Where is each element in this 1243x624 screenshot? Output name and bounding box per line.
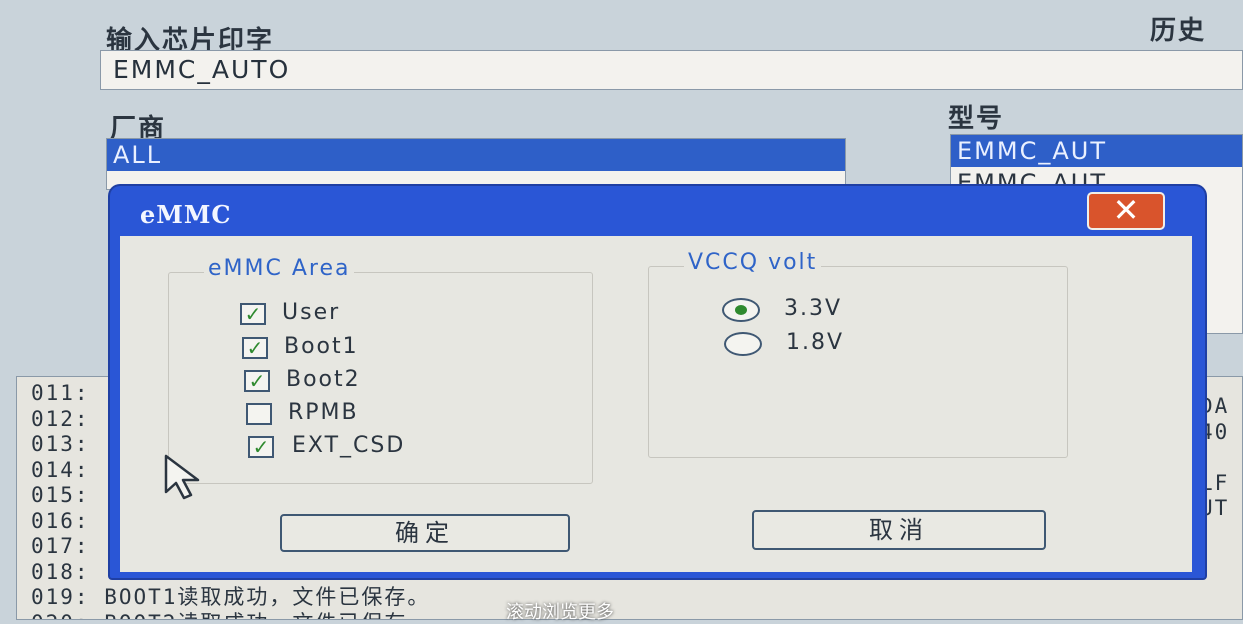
scroll-hint: 滚动浏览更多 [506, 602, 614, 623]
checkbox-ext-csd[interactable]: ✓ EXT_CSD [248, 433, 508, 461]
rpmb-checkbox-box[interactable] [246, 403, 272, 425]
dialog-titlebar[interactable]: eMMC ✕ [110, 186, 1205, 238]
checkbox-boot1[interactable]: ✓ Boot1 [242, 334, 442, 362]
dialog-client: eMMC Area ✓ User ✓ Boot1 ✓ Boot2 RPMB ✓ … [120, 236, 1192, 572]
log-line-boot2: 020: BOOT2读取成功，文件已保存。 [31, 611, 1242, 620]
radio-3v3[interactable]: 3.3V [722, 296, 922, 324]
emmc-area-title: eMMC Area [204, 256, 355, 281]
radio-1v8[interactable]: 1.8V [724, 330, 924, 358]
checkbox-boot2[interactable]: ✓ Boot2 [244, 367, 444, 395]
radio-3v3-circle[interactable] [722, 298, 760, 322]
boot2-checkbox-label: Boot2 [286, 367, 361, 392]
radio-3v3-label: 3.3V [784, 296, 843, 321]
rpmb-checkbox-label: RPMB [288, 400, 359, 425]
user-checkbox-label: User [282, 300, 341, 325]
boot1-checkbox-label: Boot1 [284, 334, 359, 359]
user-checkbox-box[interactable]: ✓ [240, 303, 266, 325]
ext-csd-checkbox-label: EXT_CSD [292, 433, 406, 458]
boot1-checkbox-box[interactable]: ✓ [242, 337, 268, 359]
vccq-volt-group [648, 266, 1068, 458]
dialog-title: eMMC [140, 200, 232, 229]
checkbox-rpmb[interactable]: RPMB [246, 400, 446, 428]
log-line-boot1: 019: BOOT1读取成功，文件已保存。 [31, 585, 431, 609]
ok-button[interactable]: 确定 [280, 514, 570, 552]
history-label: 历史 [1150, 16, 1207, 46]
radio-1v8-circle[interactable] [724, 332, 762, 356]
cancel-button[interactable]: 取消 [752, 510, 1046, 550]
emmc-dialog: eMMC ✕ eMMC Area ✓ User ✓ Boot1 ✓ Boot2 … [110, 186, 1205, 578]
close-button[interactable]: ✕ [1087, 192, 1165, 230]
radio-1v8-label: 1.8V [786, 330, 845, 355]
radio-selected-dot [735, 305, 747, 315]
chip-input[interactable]: EMMC_AUTO [100, 50, 1243, 90]
model-label: 型号 [948, 104, 1005, 134]
ext-csd-checkbox-box[interactable]: ✓ [248, 436, 274, 458]
model-item-selected[interactable]: EMMC_AUT [951, 135, 1242, 167]
vendor-item-all[interactable]: ALL [107, 139, 845, 171]
boot2-checkbox-box[interactable]: ✓ [244, 370, 270, 392]
close-icon: ✕ [1112, 191, 1140, 229]
checkbox-user[interactable]: ✓ User [240, 300, 440, 328]
vccq-volt-title: VCCQ volt [684, 250, 822, 275]
vendor-list[interactable]: ALL [106, 138, 846, 190]
mouse-cursor-icon [164, 454, 200, 500]
